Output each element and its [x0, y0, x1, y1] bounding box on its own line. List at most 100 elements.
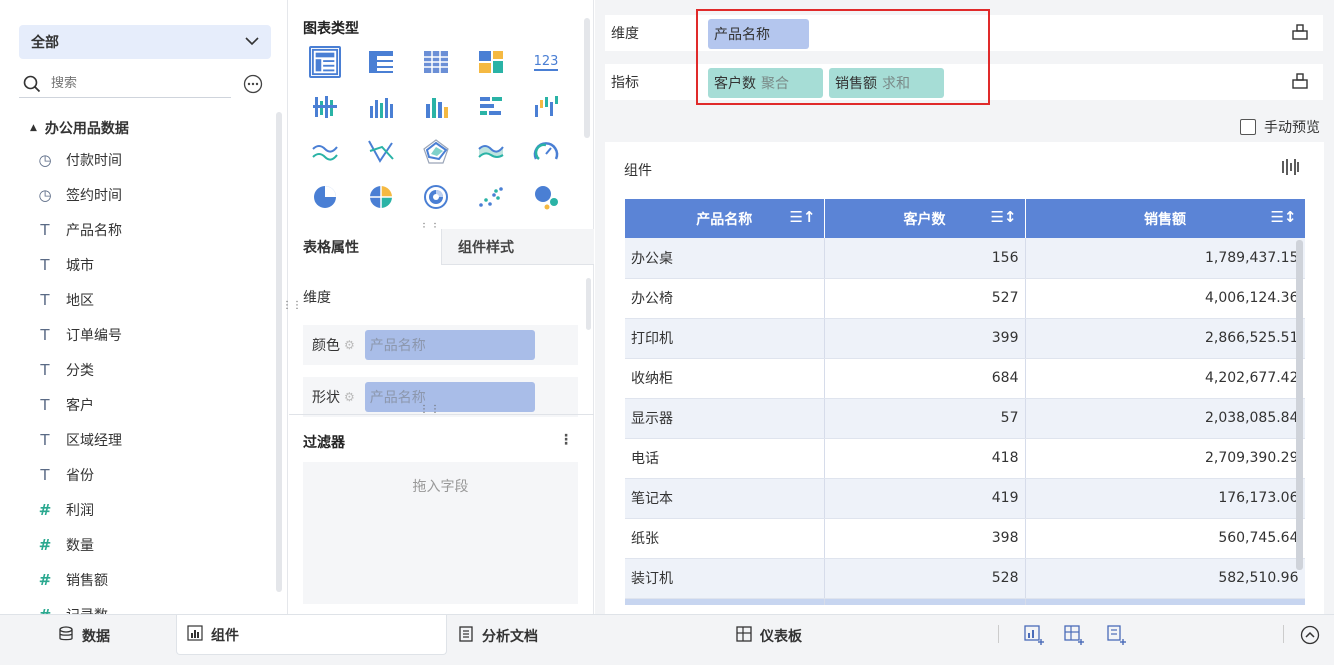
filter-drop-zone[interactable]: 拖入字段 [303, 462, 578, 604]
color-field-pill[interactable]: 产品名称 [364, 330, 535, 360]
table-row[interactable]: 打印机 399 2,866,525.51 [625, 318, 1305, 359]
bubble-chart-icon[interactable] [531, 182, 561, 212]
new-dashboard-icon[interactable] [1064, 625, 1084, 649]
rose-chart-icon[interactable] [421, 182, 451, 212]
field-item[interactable]: T 地区 [36, 288, 94, 312]
search-input[interactable] [51, 76, 221, 91]
header-label: 客户数 [903, 211, 946, 228]
number-type-icon: # [38, 571, 52, 589]
shape-field-pill[interactable]: 产品名称 [364, 382, 535, 412]
scope-select-label: 全部 [31, 35, 59, 51]
new-document-icon[interactable] [1106, 625, 1126, 649]
column-header-customers[interactable]: 客户数 ☰↕ [824, 199, 1026, 238]
field-label: 省份 [66, 468, 94, 484]
chart-settings-icon[interactable] [1281, 158, 1299, 180]
field-label: 利润 [66, 503, 94, 519]
tab-table-properties[interactable]: 表格属性 [289, 229, 441, 265]
table-row[interactable]: 办公椅 527 4,006,124.36 [625, 278, 1305, 319]
field-item[interactable]: T 城市 [36, 253, 94, 277]
field-item[interactable]: T 省份 [36, 463, 94, 487]
field-label: 数量 [66, 538, 94, 554]
column-chart-icon[interactable] [366, 92, 396, 122]
header-label: 产品名称 [696, 211, 753, 228]
field-item[interactable]: # 销售额 [36, 568, 108, 592]
field-label: 城市 [66, 258, 94, 274]
chart-grid-scrollbar[interactable] [584, 18, 590, 138]
scatter-chart-icon[interactable] [476, 182, 506, 212]
bar-stacked-icon[interactable] [310, 92, 340, 122]
field-label: 付款时间 [66, 153, 122, 169]
cell-product: 电话 [625, 438, 825, 479]
dimension-section-label: 维度 [303, 290, 331, 306]
field-item[interactable]: # 数量 [36, 533, 94, 557]
tab-dashboard[interactable]: 仪表板 [736, 615, 802, 657]
detail-table-icon[interactable] [421, 47, 451, 77]
field-item[interactable]: T 产品名称 [36, 218, 122, 242]
settings-icon[interactable]: ⚙ [344, 338, 355, 352]
table-row[interactable]: 纸张 398 560,745.64 [625, 518, 1305, 559]
cell-customers: 399 [824, 318, 1026, 359]
manual-preview-toggle[interactable]: 手动预览 [1240, 117, 1320, 137]
table-row[interactable]: 办公桌 156 1,789,437.15 [625, 238, 1305, 279]
gauge-icon[interactable] [531, 137, 561, 167]
line-chart-icon[interactable] [310, 137, 340, 167]
table-row[interactable]: 笔记本 419 176,173.06 [625, 478, 1305, 519]
tab-analysis-label: 分析文档 [482, 629, 538, 645]
column-grouped-icon[interactable] [421, 92, 451, 122]
dimension-shelf-label: 维度 [611, 26, 639, 42]
bar-horizontal-icon[interactable] [476, 92, 506, 122]
cell-customers: 528 [824, 558, 1026, 599]
dataset-node[interactable]: ▲ 办公用品数据 [30, 118, 129, 138]
tab-component[interactable]: 组件 [176, 615, 447, 655]
tab-component-style[interactable]: 组件样式 [441, 229, 594, 265]
filter-more-icon[interactable]: ⋮ [559, 432, 573, 448]
pie-chart-icon[interactable] [310, 182, 340, 212]
more-options-icon[interactable] [243, 74, 263, 94]
radar-line-icon[interactable] [366, 137, 396, 167]
settings-icon[interactable]: ⚙ [344, 390, 355, 404]
table-row[interactable]: 装订机 528 582,510.96 [625, 558, 1305, 599]
table-header-row: 产品名称 ☰↑ 客户数 ☰↕ 销售额 ☰↕ [625, 199, 1305, 238]
shelf-settings-icon[interactable] [1291, 72, 1309, 94]
cell-sales: 2,038,085.84 [1025, 398, 1305, 439]
collapse-up-icon[interactable] [1300, 625, 1320, 649]
shelf-settings-icon[interactable] [1291, 23, 1309, 45]
field-item[interactable]: T 区域经理 [36, 428, 122, 452]
tab-analysis-doc[interactable]: 分析文档 [458, 615, 538, 657]
column-header-sales[interactable]: 销售额 ☰↕ [1025, 199, 1305, 238]
new-component-icon[interactable] [1024, 625, 1044, 649]
divider [998, 625, 999, 643]
resize-handle-icon[interactable]: ⋮⋮ [419, 404, 441, 415]
table-chart-icon[interactable] [309, 46, 341, 78]
cell-sales: 176,173.06 [1025, 478, 1305, 519]
table-row[interactable]: 收纳柜 684 4,202,677.42 [625, 358, 1305, 399]
field-item[interactable]: ◷ 签约时间 [36, 183, 122, 207]
kpi-number-icon[interactable]: 123 [531, 47, 561, 77]
sort-icon[interactable]: ☰↕ [990, 208, 1016, 226]
field-item[interactable]: T 客户 [36, 393, 94, 417]
field-item[interactable]: ◷ 付款时间 [36, 148, 122, 172]
cell-product: 显示器 [625, 398, 825, 439]
treemap-icon[interactable] [476, 47, 506, 77]
checkbox[interactable] [1240, 119, 1256, 135]
area-chart-icon[interactable] [476, 137, 506, 167]
cell-customers: 398 [824, 518, 1026, 559]
field-item[interactable]: T 分类 [36, 358, 94, 382]
column-header-product[interactable]: 产品名称 ☰↑ [625, 199, 825, 238]
sort-icon[interactable]: ☰↑ [789, 208, 815, 226]
scope-select[interactable]: 全部 [19, 25, 271, 59]
radar-icon[interactable] [421, 137, 451, 167]
field-item[interactable]: # 利润 [36, 498, 94, 522]
table-row[interactable]: 显示器 57 2,038,085.84 [625, 398, 1305, 439]
properties-scrollbar[interactable] [586, 278, 591, 330]
table-scrollbar[interactable] [1296, 240, 1303, 570]
field-item[interactable]: T 订单编号 [36, 323, 122, 347]
donut-chart-icon[interactable] [366, 182, 396, 212]
field-list-scrollbar[interactable] [276, 112, 282, 592]
cross-table-icon[interactable] [366, 47, 396, 77]
sort-icon[interactable]: ☰↕ [1270, 208, 1296, 226]
tab-data[interactable]: 数据 [58, 615, 110, 657]
table-row[interactable]: 电话 418 2,709,390.29 [625, 438, 1305, 479]
waterfall-icon[interactable] [531, 92, 561, 122]
panel-resize-icon[interactable]: ⋮⋮ [282, 300, 302, 311]
